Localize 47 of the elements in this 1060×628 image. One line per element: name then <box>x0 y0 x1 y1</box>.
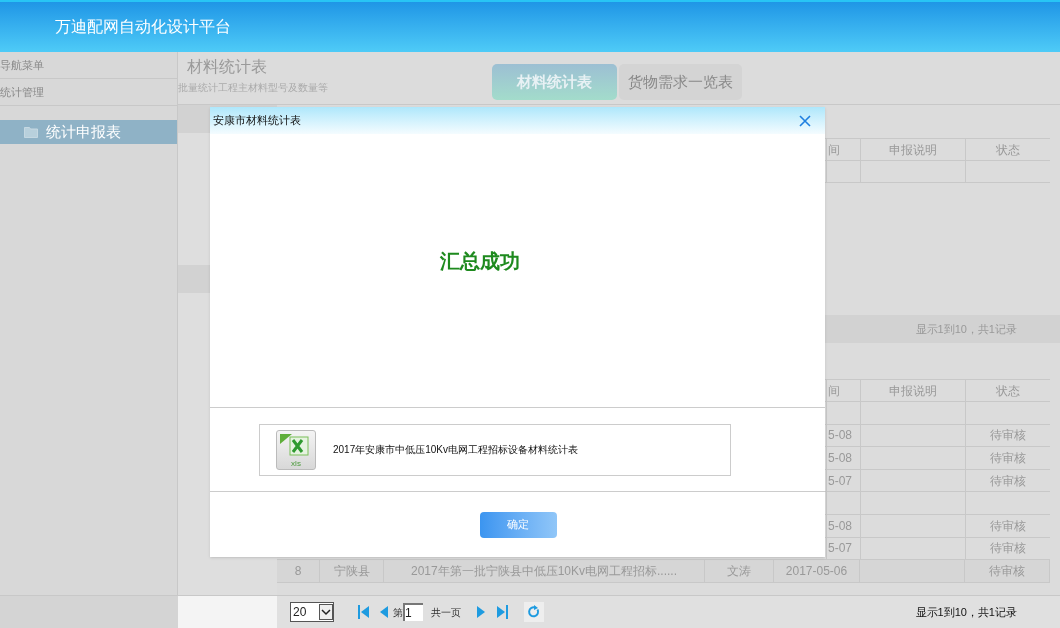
folder-icon <box>24 126 38 138</box>
file-name: 2017年安康市中低压10Kv电网工程招标设备材料统计表 <box>333 443 579 457</box>
table-cell-text: 待审核 <box>990 517 1026 535</box>
table-cell-text: 待审核 <box>990 540 1026 558</box>
table-cell-text: 待审核 <box>990 427 1026 445</box>
column-header: 申报说明 <box>889 382 937 400</box>
table-cell-text: 2017-05-06 <box>785 562 848 580</box>
tab[interactable]: 材料统计表 <box>492 64 617 100</box>
spreadsheet-file-icon: xls <box>276 429 316 470</box>
next-page-icon[interactable] <box>475 604 487 620</box>
table-cell-text: 文涛 <box>727 562 751 580</box>
table-cell-text: 待审核 <box>989 562 1025 580</box>
dialog-title: 安康市材料统计表 <box>213 113 301 129</box>
sidebar-heading: 导航菜单 <box>0 57 44 73</box>
last-page-icon[interactable] <box>496 604 508 620</box>
close-icon[interactable] <box>799 114 811 127</box>
column-header: 间 <box>828 382 840 400</box>
first-page-icon[interactable] <box>358 604 370 620</box>
total-pages: 共一页 <box>431 605 461 620</box>
table-cell-text: 宁陕县 <box>333 562 370 580</box>
success-message: 汇总成功 <box>440 248 520 274</box>
page-title: 材料统计表 <box>186 57 268 77</box>
column-header: 状态 <box>996 141 1020 159</box>
sidebar-heading: 统计管理 <box>0 84 44 100</box>
table-cell-text: 待审核 <box>990 472 1026 490</box>
column-header: 申报说明 <box>889 141 937 159</box>
page-input[interactable]: 1 <box>403 603 423 621</box>
file-card[interactable]: xls 2017年安康市中低压10Kv电网工程招标设备材料统计表 <box>259 423 731 476</box>
table-cell-text: 5-08 <box>828 427 853 445</box>
previous-page-icon[interactable] <box>378 604 390 620</box>
table-cell-text: 5-07 <box>828 472 853 490</box>
table-cell-text: 5-07 <box>828 540 853 558</box>
confirm-button[interactable]: 确定 <box>479 511 557 538</box>
page-size-select[interactable]: 20 <box>290 602 334 622</box>
table-cell-text: 5-08 <box>828 450 853 467</box>
table-cell-text: 待审核 <box>990 450 1026 467</box>
page-label: 第 <box>393 605 403 620</box>
tab[interactable]: 货物需求一览表 <box>619 64 742 100</box>
table-cell-text: 5-08 <box>828 517 853 535</box>
app-title: 万迪配网自动化设计平台 <box>55 17 231 37</box>
caret-icon <box>319 604 333 620</box>
column-header: 状态 <box>996 382 1020 400</box>
record-summary: 显示1到10，共1记录 <box>915 604 1017 620</box>
refresh-icon[interactable] <box>524 602 544 622</box>
sidebar-item[interactable]: 统计申报表 <box>0 120 177 144</box>
column-header: 间 <box>828 141 840 159</box>
table-cell-text: 8 <box>294 562 302 580</box>
